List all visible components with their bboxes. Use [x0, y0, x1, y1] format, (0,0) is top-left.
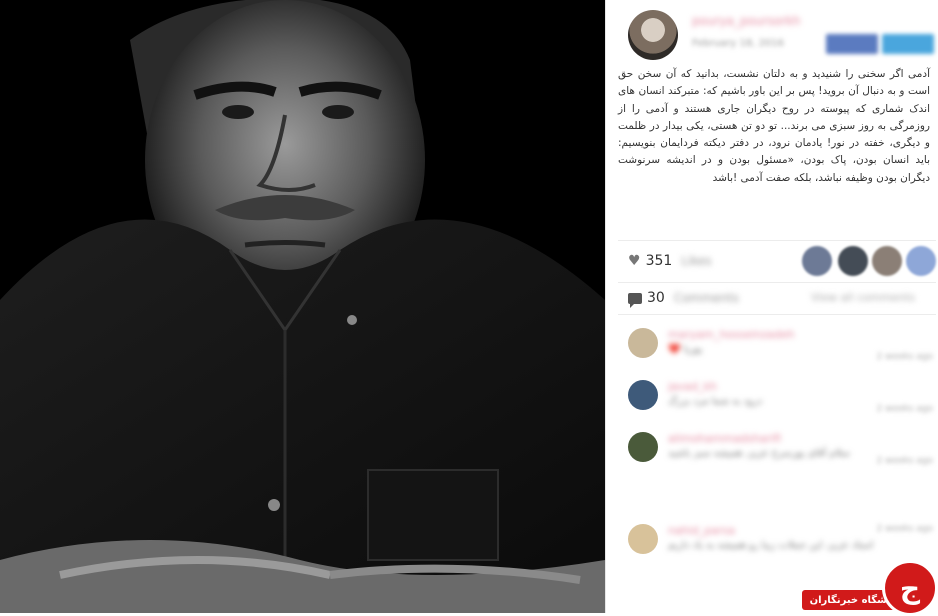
divider	[618, 314, 936, 315]
comment-bubble-icon[interactable]	[628, 292, 642, 308]
post-photo	[0, 0, 605, 613]
comment-text: درود به شما مرد بزرگ	[668, 396, 763, 407]
likes-row[interactable]: ♥ 351 Likes	[628, 251, 711, 271]
watermark-badge: باشگاه خبرنگاران ج	[802, 560, 938, 616]
comment-avatar[interactable]	[628, 432, 658, 462]
user-avatar[interactable]	[628, 10, 678, 60]
comment-item: maryam_hosseinzadeh ❤️ پوریا 2 weeks ago	[628, 328, 933, 372]
facebook-share-button[interactable]	[826, 34, 878, 54]
comment-text: سلام آقای پورسرخ عزیز، همیشه سبز باشید	[668, 448, 850, 459]
comment-date: 2 weeks ago	[876, 404, 933, 414]
comments-row[interactable]: 30 Comments	[628, 288, 739, 308]
comment-item: alimohammadsharifi سلام آقای پورسرخ عزیز…	[628, 432, 933, 512]
view-all-comments-link[interactable]: View all comments	[811, 291, 915, 304]
comment-text: استاد عزیز، این جملات زیبا رو همیشه به ی…	[668, 540, 874, 551]
comments-label: Comments	[673, 291, 739, 305]
post-date: February 18, 2016	[692, 38, 785, 49]
liker-avatar[interactable]	[802, 246, 832, 276]
post-username[interactable]: pourya_poursorkh	[692, 14, 842, 28]
liker-avatar[interactable]	[838, 246, 868, 276]
twitter-share-button[interactable]	[882, 34, 934, 54]
comment-username[interactable]: alimohammadsharifi	[668, 432, 781, 445]
comments-count: 30	[647, 290, 665, 306]
comment-date: 2 weeks ago	[876, 352, 933, 362]
divider	[618, 240, 936, 241]
comment-item: javad_kh درود به شما مرد بزرگ 2 weeks ag…	[628, 380, 933, 424]
comment-username[interactable]: maryam_hosseinzadeh	[668, 328, 795, 341]
comment-date: 2 weeks ago	[876, 524, 933, 534]
comment-username[interactable]: nahid_parsa	[668, 524, 735, 537]
post-header: pourya_poursorkh February 18, 2016	[606, 0, 938, 64]
comment-text: ❤️ پوریا	[668, 344, 703, 355]
comment-username[interactable]: javad_kh	[668, 380, 717, 393]
liker-avatar[interactable]	[906, 246, 936, 276]
divider	[618, 282, 936, 283]
post-caption: آدمی اگر سخنی را شنیدید و به دلتان نشست،…	[618, 68, 930, 184]
liker-avatar[interactable]	[872, 246, 902, 276]
comment-avatar[interactable]	[628, 524, 658, 554]
likes-count: 351	[645, 253, 673, 269]
comment-avatar[interactable]	[628, 328, 658, 358]
likes-label: Likes	[681, 254, 712, 268]
heart-icon[interactable]: ♥	[628, 253, 641, 269]
post-panel: pourya_poursorkh February 18, 2016 آدمی …	[605, 0, 938, 613]
comment-date: 2 weeks ago	[876, 456, 933, 466]
watermark-logo: ج	[882, 560, 938, 616]
comment-avatar[interactable]	[628, 380, 658, 410]
